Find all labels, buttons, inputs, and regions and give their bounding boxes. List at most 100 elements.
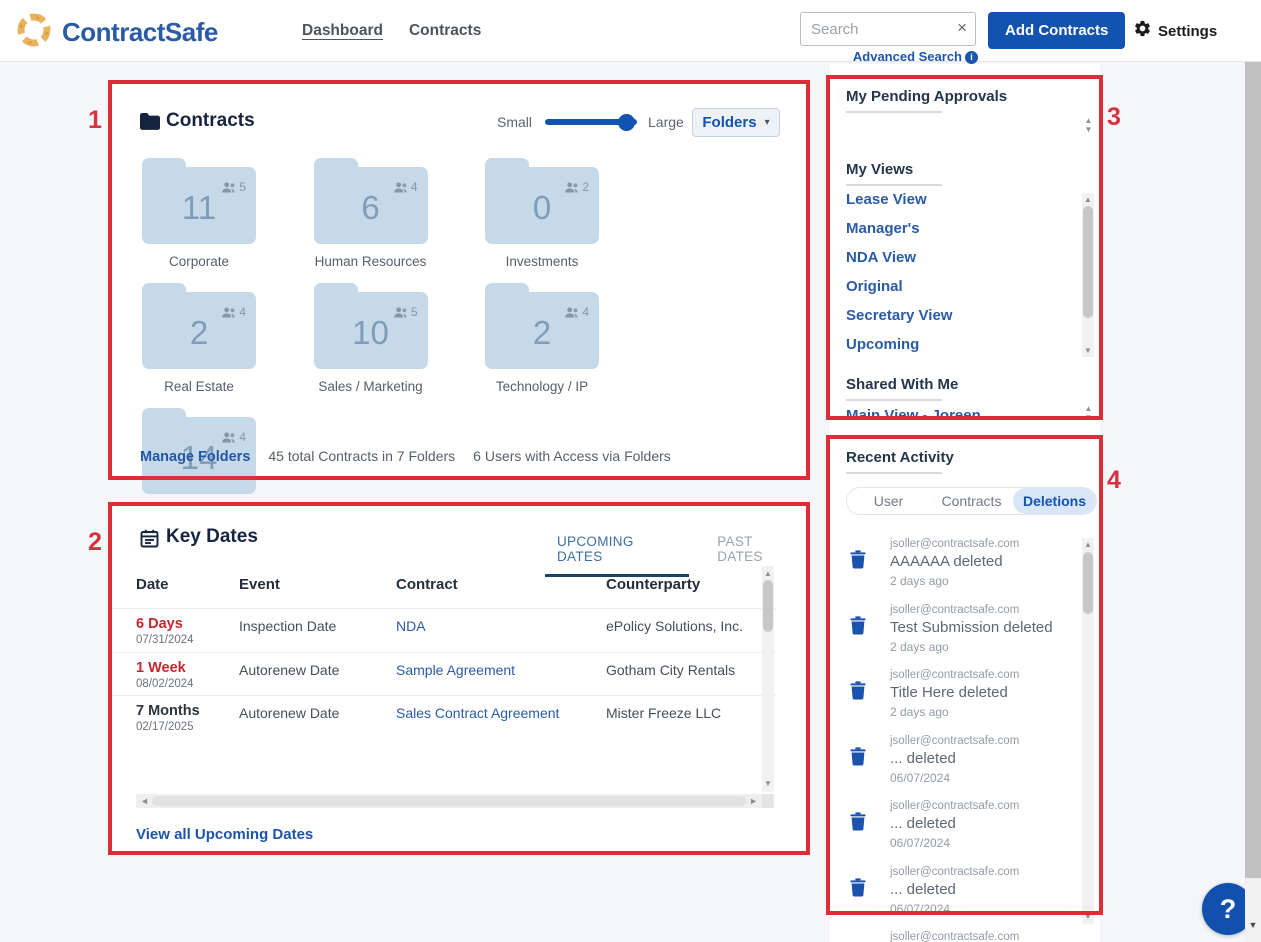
pending-approvals-spinner[interactable]: ▲ ▼ xyxy=(1082,116,1095,134)
my-views-scrollbar[interactable]: ▲ ▼ xyxy=(1082,193,1094,357)
folder-cell: 4 2 Real Estate xyxy=(142,283,314,408)
slider-small-label: Small xyxy=(497,114,532,130)
activity-tab[interactable]: User xyxy=(847,488,930,514)
activity-entry[interactable]: jsoller@contractsafe.com Title Here dele… xyxy=(830,667,1080,733)
scroll-up-icon[interactable]: ▲ xyxy=(1082,539,1094,551)
page-scrollbar[interactable]: ▼ xyxy=(1245,62,1261,942)
activity-entry[interactable]: jsoller@contractsafe.com ... deleted 06/… xyxy=(830,864,1080,930)
column-header-contract: Contract xyxy=(396,576,458,593)
view-all-upcoming-dates-link[interactable]: View all Upcoming Dates xyxy=(136,826,313,843)
top-bar: ContractSafe Dashboard Contracts × Advan… xyxy=(0,0,1261,62)
folder-size-slider-thumb[interactable] xyxy=(618,114,635,131)
contracts-panel: Contracts Small Large Folders ▾ 5 xyxy=(108,80,810,480)
brand-name: ContractSafe xyxy=(62,17,218,48)
view-link[interactable]: Lease View xyxy=(846,191,952,220)
contracts-panel-title: Contracts xyxy=(166,110,255,132)
activity-scrollbar[interactable]: ▲ ▼ xyxy=(1082,538,1094,924)
key-date-contract-link[interactable]: Sample Agreement xyxy=(396,662,515,678)
settings-button[interactable]: Settings xyxy=(1133,0,1217,62)
brand-logo[interactable]: ContractSafe xyxy=(14,10,218,55)
activity-entry[interactable]: jsoller@contractsafe.com Test Submission… xyxy=(830,602,1080,668)
activity-tab[interactable]: Contracts xyxy=(930,488,1013,514)
contract-folder[interactable]: 5 11 xyxy=(142,158,256,244)
key-date-row: 6 Days 07/31/2024 Inspection Date NDA eP… xyxy=(108,609,776,653)
view-link[interactable]: Upcoming xyxy=(846,336,952,365)
activity-timestamp: 2 days ago xyxy=(890,640,949,654)
contract-folder[interactable]: 4 2 xyxy=(485,283,599,369)
activity-list: jsoller@contractsafe.com AAAAAA deleted … xyxy=(830,536,1080,942)
activity-entry[interactable]: jsoller@contractsafe.com ... deleted 06/… xyxy=(830,733,1080,799)
contract-folder[interactable]: 4 2 xyxy=(142,283,256,369)
annotation-label-3: 3 xyxy=(1107,103,1121,132)
key-date-relative: 6 Days xyxy=(136,616,183,632)
view-link[interactable]: Secretary View xyxy=(846,307,952,336)
contract-folder[interactable]: 5 10 xyxy=(314,283,428,369)
page-scrollbar-thumb[interactable] xyxy=(1245,62,1261,878)
my-views-list: Lease View Manager's NDA View Original S… xyxy=(846,191,952,365)
scrollbar-thumb[interactable] xyxy=(1083,552,1093,614)
recent-activity-tabs: User Contracts Deletions xyxy=(846,487,1097,515)
activity-timestamp: 06/07/2024 xyxy=(890,902,950,916)
scroll-down-icon[interactable]: ▼ xyxy=(1082,911,1094,923)
folder-cell: 4 6 Human Resources xyxy=(314,158,486,283)
chevron-down-icon: ▾ xyxy=(765,117,770,128)
contract-folder[interactable]: 2 0 xyxy=(485,158,599,244)
scroll-right-icon[interactable]: ► xyxy=(749,794,758,808)
view-link[interactable]: Original xyxy=(846,278,952,307)
shared-views-spinner[interactable]: ▲ ▼ xyxy=(1082,404,1095,422)
scrollbar-corner xyxy=(762,794,774,808)
recent-activity-title: Recent Activity xyxy=(846,449,954,466)
key-date-event: Autorenew Date xyxy=(239,662,339,678)
scroll-up-icon[interactable]: ▲ xyxy=(1082,194,1094,206)
scroll-down-icon[interactable]: ▼ xyxy=(1082,345,1094,357)
key-dates-panel: Key Dates UPCOMING DATES PAST DATES Date… xyxy=(108,502,810,855)
shared-with-me-title: Shared With Me xyxy=(846,376,958,393)
scroll-left-icon[interactable]: ◄ xyxy=(140,794,149,808)
scrollbar-thumb[interactable] xyxy=(152,796,746,806)
activity-entry[interactable]: jsoller@contractsafe.com xyxy=(830,929,1080,942)
scrollbar-thumb[interactable] xyxy=(1083,206,1093,318)
view-link[interactable]: Manager's xyxy=(846,220,952,249)
manage-folders-link[interactable]: Manage Folders xyxy=(140,449,250,465)
contract-folder[interactable]: 4 6 xyxy=(314,158,428,244)
spin-up-icon[interactable]: ▲ xyxy=(1082,404,1095,413)
activity-user: jsoller@contractsafe.com xyxy=(890,735,1019,747)
activity-tab[interactable]: Deletions xyxy=(1013,488,1096,514)
activity-user: jsoller@contractsafe.com xyxy=(890,800,1019,812)
activity-entry[interactable]: jsoller@contractsafe.com ... deleted 06/… xyxy=(830,798,1080,864)
view-link[interactable]: NDA View xyxy=(846,249,952,278)
scrollbar-thumb[interactable] xyxy=(763,580,773,632)
activity-action: ... deleted xyxy=(890,750,956,767)
key-date-contract-link[interactable]: NDA xyxy=(396,618,426,634)
search-input[interactable] xyxy=(800,12,976,46)
spin-down-icon[interactable]: ▼ xyxy=(1082,413,1095,422)
advanced-search-link[interactable]: Advanced Searchi xyxy=(800,49,978,64)
spin-up-icon[interactable]: ▲ xyxy=(1082,116,1095,125)
key-dates-tab[interactable]: PAST DATES xyxy=(705,530,810,577)
key-dates-horizontal-scrollbar[interactable]: ◄ ► xyxy=(136,794,762,808)
folder-cell: 5 11 Corporate xyxy=(142,158,314,283)
folder-name: Investments xyxy=(462,254,622,269)
trash-icon xyxy=(850,878,866,902)
nav-link[interactable]: Contracts xyxy=(409,22,481,40)
key-dates-tab[interactable]: UPCOMING DATES xyxy=(545,530,689,577)
right-sidebar: My Pending Approvals ▲ ▼ My Views Lease … xyxy=(830,64,1100,942)
add-contracts-button[interactable]: Add Contracts xyxy=(988,12,1125,49)
scroll-up-icon[interactable]: ▲ xyxy=(762,568,774,580)
key-dates-vertical-scrollbar[interactable]: ▲ ▼ xyxy=(762,566,774,792)
view-selector-dropdown[interactable]: Folders ▾ xyxy=(692,108,780,137)
nav-link[interactable]: Dashboard xyxy=(302,22,383,40)
shared-view-link[interactable]: Main View - Joreen xyxy=(846,407,981,436)
folder-contract-count: 6 xyxy=(314,189,428,227)
activity-entry[interactable]: jsoller@contractsafe.com AAAAAA deleted … xyxy=(830,536,1080,602)
spin-down-icon[interactable]: ▼ xyxy=(1082,125,1095,134)
folder-cell: 5 10 Sales / Marketing xyxy=(314,283,486,408)
key-date-event: Inspection Date xyxy=(239,618,336,634)
folder-contract-count: 10 xyxy=(314,314,428,352)
clear-search-icon[interactable]: × xyxy=(957,18,967,38)
key-date-contract-link[interactable]: Sales Contract Agreement xyxy=(396,705,559,721)
page-scroll-down-icon[interactable]: ▼ xyxy=(1245,920,1261,930)
key-date-event: Autorenew Date xyxy=(239,705,339,721)
scroll-down-icon[interactable]: ▼ xyxy=(762,778,774,790)
folder-icon xyxy=(140,113,160,135)
